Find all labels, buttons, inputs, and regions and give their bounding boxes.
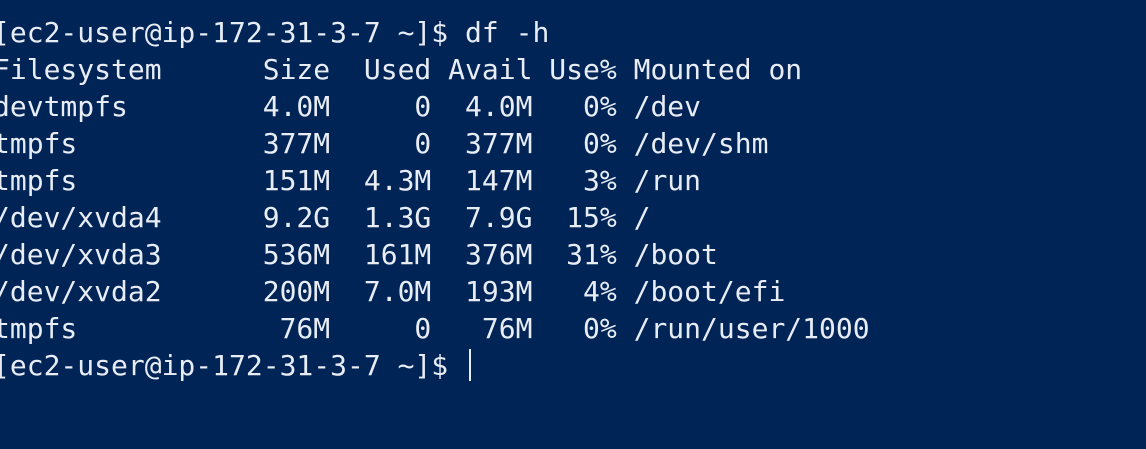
command-text: df -h bbox=[465, 16, 550, 49]
terminal-output: [ec2-user@ip-172-31-3-7 ~]$ df -h Filesy… bbox=[0, 14, 870, 384]
table-row: tmpfs 151M 4.3M 147M 3% /run bbox=[0, 164, 702, 197]
shell-prompt: [ec2-user@ip-172-31-3-7 ~]$ bbox=[0, 349, 466, 382]
terminal-window[interactable]: [ec2-user@ip-172-31-3-7 ~]$ df -h Filesy… bbox=[0, 0, 1146, 449]
table-row: tmpfs 76M 0 76M 0% /run/user/1000 bbox=[0, 312, 870, 345]
command-line: [ec2-user@ip-172-31-3-7 ~]$ df -h bbox=[0, 14, 870, 51]
table-row: devtmpfs 4.0M 0 4.0M 0% /dev bbox=[0, 90, 702, 123]
table-row: /dev/xvda2 200M 7.0M 193M 4% /boot/efi bbox=[0, 275, 786, 308]
table-row: tmpfs 377M 0 377M 0% /dev/shm bbox=[0, 127, 769, 160]
table-row: /dev/xvda4 9.2G 1.3G 7.9G 15% / bbox=[0, 201, 651, 234]
shell-prompt: [ec2-user@ip-172-31-3-7 ~]$ bbox=[0, 16, 466, 49]
text-cursor bbox=[469, 349, 472, 381]
input-line[interactable]: [ec2-user@ip-172-31-3-7 ~]$ bbox=[0, 347, 870, 384]
table-header: Filesystem Size Used Avail Use% Mounted … bbox=[0, 53, 803, 86]
table-row: /dev/xvda3 536M 161M 376M 31% /boot bbox=[0, 238, 718, 271]
